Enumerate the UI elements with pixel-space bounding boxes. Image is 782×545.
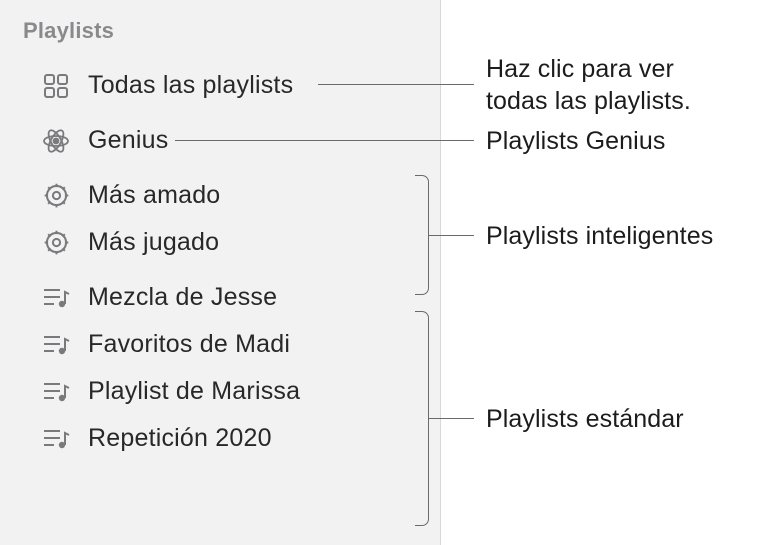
callout-text: Haz clic para ver xyxy=(486,53,691,85)
sidebar-item-smart-loved[interactable]: Más amado xyxy=(0,172,440,219)
callout-all-playlists: Haz clic para ver todas las playlists. xyxy=(486,53,691,117)
sidebar-item-smart-played[interactable]: Más jugado xyxy=(0,219,440,266)
sidebar-item-label: Playlist de Marissa xyxy=(88,377,300,406)
playlist-icon xyxy=(40,425,72,453)
sidebar-item-label: Más jugado xyxy=(88,228,219,257)
callout-standard: Playlists estándar xyxy=(486,403,684,435)
sidebar-item-label: Repetición 2020 xyxy=(88,424,272,453)
playlist-icon xyxy=(40,331,72,359)
playlist-icon xyxy=(40,378,72,406)
sidebar-item-standard-madi[interactable]: Favoritos de Madi xyxy=(0,321,440,368)
sidebar-item-all-playlists[interactable]: Todas las playlists xyxy=(0,62,440,109)
connector-line xyxy=(318,84,474,85)
connector-line xyxy=(429,235,474,236)
sidebar-item-label: Genius xyxy=(88,126,168,155)
bracket-standard xyxy=(415,311,429,526)
sidebar-item-standard-2020[interactable]: Repetición 2020 xyxy=(0,415,440,462)
sidebar-item-label: Todas las playlists xyxy=(88,71,293,100)
callout-genius: Playlists Genius xyxy=(486,125,665,157)
bracket-smart xyxy=(415,175,429,295)
sidebar-header: Playlists xyxy=(0,18,440,44)
sidebar-item-label: Favoritos de Madi xyxy=(88,330,290,359)
playlists-sidebar: Playlists Todas las playlists xyxy=(0,0,441,545)
callout-text: todas las playlists. xyxy=(486,85,691,117)
playlist-icon xyxy=(40,284,72,312)
sidebar-item-standard-marissa[interactable]: Playlist de Marissa xyxy=(0,368,440,415)
gear-icon xyxy=(40,229,72,257)
grid-icon xyxy=(40,72,72,100)
atom-icon xyxy=(40,127,72,155)
connector-line xyxy=(175,140,474,141)
callout-smart: Playlists inteligentes xyxy=(486,220,713,252)
sidebar-items: Todas las playlists Genius xyxy=(0,62,440,462)
sidebar-item-standard-jesse[interactable]: Mezcla de Jesse xyxy=(0,274,440,321)
sidebar-item-label: Más amado xyxy=(88,181,220,210)
connector-line xyxy=(429,418,474,419)
sidebar-item-label: Mezcla de Jesse xyxy=(88,283,277,312)
gear-icon xyxy=(40,182,72,210)
